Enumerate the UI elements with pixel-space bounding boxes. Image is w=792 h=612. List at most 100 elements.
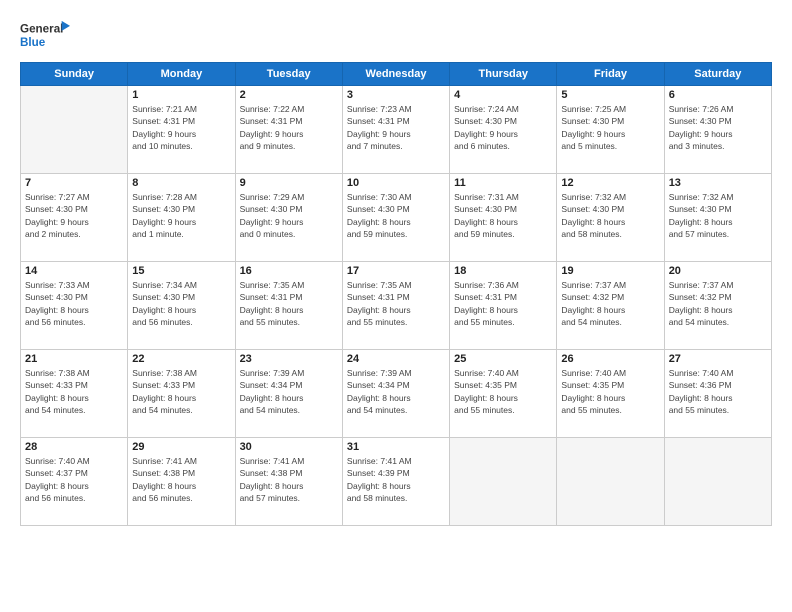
day-cell: 12 Sunrise: 7:32 AM Sunset: 4:30 PM Dayli… xyxy=(557,174,664,262)
day-info: Sunrise: 7:34 AM Sunset: 4:30 PM Dayligh… xyxy=(132,279,230,328)
day-info: Sunrise: 7:40 AM Sunset: 4:37 PM Dayligh… xyxy=(25,455,123,504)
day-number: 28 xyxy=(25,441,123,453)
day-cell: 19 Sunrise: 7:37 AM Sunset: 4:32 PM Dayli… xyxy=(557,262,664,350)
day-cell: 4Sunrise: 7:24 AM Sunset: 4:30 PM Daylig… xyxy=(450,86,557,174)
day-info: Sunrise: 7:40 AM Sunset: 4:36 PM Dayligh… xyxy=(669,367,767,416)
day-number: 14 xyxy=(25,265,123,277)
day-info: Sunrise: 7:40 AM Sunset: 4:35 PM Dayligh… xyxy=(454,367,552,416)
day-cell: 1 Sunrise: 7:21 AM Sunset: 4:31 PM Daylig… xyxy=(128,86,235,174)
day-number: 31 xyxy=(347,441,445,453)
day-cell: 17 Sunrise: 7:35 AM Sunset: 4:31 PM Dayli… xyxy=(342,262,449,350)
page-header: General Blue xyxy=(20,16,772,54)
day-number: 1 xyxy=(132,89,230,101)
day-cell: 26 Sunrise: 7:40 AM Sunset: 4:35 PM Dayli… xyxy=(557,350,664,438)
day-number: 25 xyxy=(454,353,552,365)
col-header-wednesday: Wednesday xyxy=(342,63,449,86)
day-cell: 10 Sunrise: 7:30 AM Sunset: 4:30 PM Dayli… xyxy=(342,174,449,262)
calendar-table: SundayMondayTuesdayWednesdayThursdayFrid… xyxy=(20,62,772,526)
day-cell xyxy=(21,86,128,174)
day-info: Sunrise: 7:28 AM Sunset: 4:30 PM Dayligh… xyxy=(132,191,230,240)
day-cell: 29 Sunrise: 7:41 AM Sunset: 4:38 PM Dayli… xyxy=(128,438,235,526)
day-info: Sunrise: 7:22 AM Sunset: 4:31 PM Dayligh… xyxy=(240,103,338,152)
day-number: 20 xyxy=(669,265,767,277)
day-info: Sunrise: 7:38 AM Sunset: 4:33 PM Dayligh… xyxy=(132,367,230,416)
day-number: 26 xyxy=(561,353,659,365)
col-header-saturday: Saturday xyxy=(664,63,771,86)
day-info: Sunrise: 7:37 AM Sunset: 4:32 PM Dayligh… xyxy=(561,279,659,328)
day-number: 29 xyxy=(132,441,230,453)
day-info: Sunrise: 7:24 AM Sunset: 4:30 PM Dayligh… xyxy=(454,103,552,152)
day-number: 21 xyxy=(25,353,123,365)
day-number: 12 xyxy=(561,177,659,189)
day-info: Sunrise: 7:26 AM Sunset: 4:30 PM Dayligh… xyxy=(669,103,767,152)
week-row-3: 14 Sunrise: 7:33 AM Sunset: 4:30 PM Dayli… xyxy=(21,262,772,350)
day-cell: 18 Sunrise: 7:36 AM Sunset: 4:31 PM Dayli… xyxy=(450,262,557,350)
day-number: 6 xyxy=(669,89,767,101)
day-cell: 9 Sunrise: 7:29 AM Sunset: 4:30 PM Daylig… xyxy=(235,174,342,262)
week-row-2: 7 Sunrise: 7:27 AM Sunset: 4:30 PM Daylig… xyxy=(21,174,772,262)
day-number: 18 xyxy=(454,265,552,277)
day-cell: 14 Sunrise: 7:33 AM Sunset: 4:30 PM Dayli… xyxy=(21,262,128,350)
day-info: Sunrise: 7:38 AM Sunset: 4:33 PM Dayligh… xyxy=(25,367,123,416)
day-number: 15 xyxy=(132,265,230,277)
col-header-monday: Monday xyxy=(128,63,235,86)
day-info: Sunrise: 7:23 AM Sunset: 4:31 PM Dayligh… xyxy=(347,103,445,152)
day-cell: 7 Sunrise: 7:27 AM Sunset: 4:30 PM Daylig… xyxy=(21,174,128,262)
day-cell: 11Sunrise: 7:31 AM Sunset: 4:30 PM Dayli… xyxy=(450,174,557,262)
day-info: Sunrise: 7:41 AM Sunset: 4:39 PM Dayligh… xyxy=(347,455,445,504)
day-info: Sunrise: 7:30 AM Sunset: 4:30 PM Dayligh… xyxy=(347,191,445,240)
week-row-5: 28 Sunrise: 7:40 AM Sunset: 4:37 PM Dayli… xyxy=(21,438,772,526)
day-cell: 3 Sunrise: 7:23 AM Sunset: 4:31 PM Daylig… xyxy=(342,86,449,174)
day-info: Sunrise: 7:39 AM Sunset: 4:34 PM Dayligh… xyxy=(240,367,338,416)
day-number: 22 xyxy=(132,353,230,365)
day-cell xyxy=(557,438,664,526)
day-info: Sunrise: 7:29 AM Sunset: 4:30 PM Dayligh… xyxy=(240,191,338,240)
col-header-tuesday: Tuesday xyxy=(235,63,342,86)
day-info: Sunrise: 7:36 AM Sunset: 4:31 PM Dayligh… xyxy=(454,279,552,328)
svg-text:General: General xyxy=(20,23,63,36)
day-number: 17 xyxy=(347,265,445,277)
day-cell: 6 Sunrise: 7:26 AM Sunset: 4:30 PM Daylig… xyxy=(664,86,771,174)
day-info: Sunrise: 7:41 AM Sunset: 4:38 PM Dayligh… xyxy=(132,455,230,504)
day-info: Sunrise: 7:32 AM Sunset: 4:30 PM Dayligh… xyxy=(561,191,659,240)
week-row-1: 1 Sunrise: 7:21 AM Sunset: 4:31 PM Daylig… xyxy=(21,86,772,174)
day-cell: 16 Sunrise: 7:35 AM Sunset: 4:31 PM Dayli… xyxy=(235,262,342,350)
day-info: Sunrise: 7:35 AM Sunset: 4:31 PM Dayligh… xyxy=(347,279,445,328)
day-number: 24 xyxy=(347,353,445,365)
logo: General Blue xyxy=(20,16,70,54)
day-cell: 24 Sunrise: 7:39 AM Sunset: 4:34 PM Dayli… xyxy=(342,350,449,438)
day-info: Sunrise: 7:33 AM Sunset: 4:30 PM Dayligh… xyxy=(25,279,123,328)
day-info: Sunrise: 7:39 AM Sunset: 4:34 PM Dayligh… xyxy=(347,367,445,416)
day-number: 19 xyxy=(561,265,659,277)
day-cell: 31 Sunrise: 7:41 AM Sunset: 4:39 PM Dayli… xyxy=(342,438,449,526)
day-cell xyxy=(664,438,771,526)
day-info: Sunrise: 7:41 AM Sunset: 4:38 PM Dayligh… xyxy=(240,455,338,504)
svg-text:Blue: Blue xyxy=(20,36,46,49)
col-header-friday: Friday xyxy=(557,63,664,86)
day-info: Sunrise: 7:35 AM Sunset: 4:31 PM Dayligh… xyxy=(240,279,338,328)
day-cell: 8 Sunrise: 7:28 AM Sunset: 4:30 PM Daylig… xyxy=(128,174,235,262)
day-info: Sunrise: 7:25 AM Sunset: 4:30 PM Dayligh… xyxy=(561,103,659,152)
col-header-thursday: Thursday xyxy=(450,63,557,86)
day-info: Sunrise: 7:21 AM Sunset: 4:31 PM Dayligh… xyxy=(132,103,230,152)
day-cell: 22 Sunrise: 7:38 AM Sunset: 4:33 PM Dayli… xyxy=(128,350,235,438)
day-number: 2 xyxy=(240,89,338,101)
week-row-4: 21 Sunrise: 7:38 AM Sunset: 4:33 PM Dayli… xyxy=(21,350,772,438)
day-cell: 23Sunrise: 7:39 AM Sunset: 4:34 PM Dayli… xyxy=(235,350,342,438)
day-number: 13 xyxy=(669,177,767,189)
day-info: Sunrise: 7:27 AM Sunset: 4:30 PM Dayligh… xyxy=(25,191,123,240)
day-number: 27 xyxy=(669,353,767,365)
day-info: Sunrise: 7:32 AM Sunset: 4:30 PM Dayligh… xyxy=(669,191,767,240)
logo-svg: General Blue xyxy=(20,16,70,54)
day-number: 8 xyxy=(132,177,230,189)
day-number: 3 xyxy=(347,89,445,101)
day-info: Sunrise: 7:37 AM Sunset: 4:32 PM Dayligh… xyxy=(669,279,767,328)
day-number: 10 xyxy=(347,177,445,189)
day-number: 7 xyxy=(25,177,123,189)
day-number: 16 xyxy=(240,265,338,277)
day-cell: 5Sunrise: 7:25 AM Sunset: 4:30 PM Daylig… xyxy=(557,86,664,174)
day-cell: 25 Sunrise: 7:40 AM Sunset: 4:35 PM Dayli… xyxy=(450,350,557,438)
day-info: Sunrise: 7:40 AM Sunset: 4:35 PM Dayligh… xyxy=(561,367,659,416)
day-cell: 13 Sunrise: 7:32 AM Sunset: 4:30 PM Dayli… xyxy=(664,174,771,262)
day-number: 9 xyxy=(240,177,338,189)
